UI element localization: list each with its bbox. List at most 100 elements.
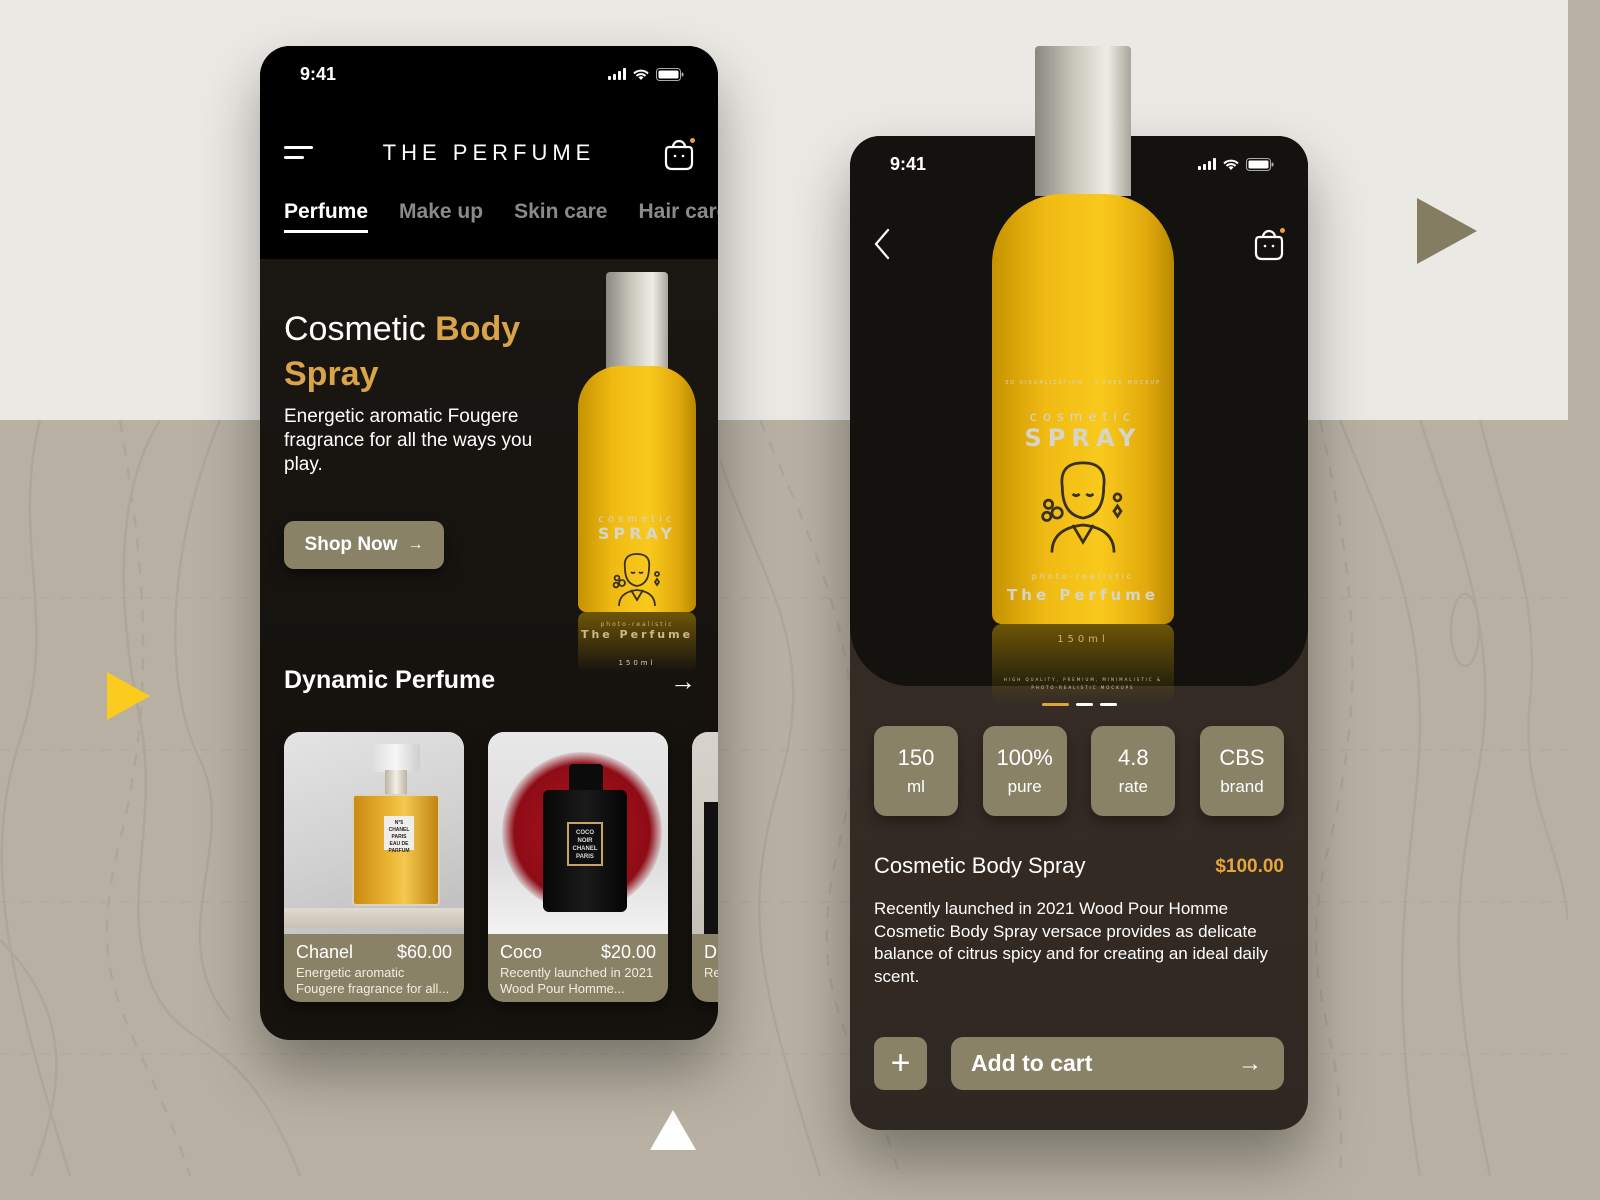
- arrow-right-icon: →: [1238, 1049, 1262, 1077]
- add-to-cart-button[interactable]: Add to cart →: [951, 1037, 1284, 1090]
- product-description: Re W: [704, 965, 718, 980]
- bottle-stopper: [372, 744, 420, 772]
- tab-make-up[interactable]: Make up: [399, 200, 483, 233]
- hero-title: Cosmetic Body Spray: [284, 307, 584, 397]
- hero-description: Energetic aromatic Fougere fragrance for…: [284, 406, 533, 475]
- product-description: Recently launched in 2021 Wood Pour Homm…: [874, 899, 1269, 986]
- battery-icon: [1246, 157, 1274, 171]
- status-bar: 9:41: [260, 46, 718, 102]
- bottle-label-text: photo-realistic: [1031, 572, 1135, 581]
- product-name: Chanel: [296, 942, 354, 962]
- perfume-bottle: [704, 802, 718, 934]
- hero-product-image: cosmetic SPRAY photo-realistic The Perfu…: [578, 272, 696, 672]
- product-card[interactable]: N°5 CHANEL PARIS EAU DE PARFUM Chanel $6…: [284, 732, 464, 1002]
- bottle-label: N°5 CHANEL PARIS EAU DE PARFUM: [384, 816, 414, 854]
- bottle-label-text: The Perfume: [1007, 586, 1159, 604]
- cart-notification-dot: [1280, 228, 1285, 233]
- spec-volume: 150 ml: [874, 726, 958, 816]
- status-time: 9:41: [300, 63, 337, 84]
- product-name: Coco: [500, 942, 543, 962]
- spec-rating: 4.8 rate: [1091, 726, 1176, 816]
- tray: [284, 908, 464, 928]
- face-illustration-icon: [1041, 461, 1123, 553]
- bottle-body: cosmetic SPRAY photo-realistic The Perfu…: [578, 366, 696, 667]
- detail-product-image: 3D VISUALIZATION · 3 FREE MOCKUP cosmeti…: [992, 46, 1174, 704]
- product-name: D: [704, 942, 717, 962]
- shop-now-label: Shop Now: [304, 534, 398, 555]
- label-text: NOIR: [577, 838, 593, 844]
- home-header: 9:41 THE PERFUME Perfume Make up Skin ca…: [260, 46, 718, 259]
- chevron-left-icon[interactable]: [872, 226, 896, 262]
- signal-icon: [608, 68, 626, 80]
- shop-now-button[interactable]: Shop Now →: [284, 521, 444, 569]
- product-info: Chanel $60.00 Energetic aromatic Fougere…: [284, 934, 464, 1002]
- product-image-coco: COCO NOIR CHANEL PARIS: [488, 732, 668, 934]
- app-title: THE PERFUME: [382, 140, 596, 165]
- product-price: $100.00: [1215, 856, 1284, 877]
- bottle-label-text: 3D VISUALIZATION · 3 FREE MOCKUP: [1004, 380, 1162, 386]
- shopping-bag-icon[interactable]: [662, 136, 696, 172]
- bottle-label-text: SPRAY: [1024, 424, 1142, 452]
- decorative-triangle-yellow: [107, 672, 150, 720]
- cart-notification-dot: [690, 138, 695, 143]
- add-to-cart-label: Add to cart: [971, 1050, 1093, 1076]
- status-icons: [1198, 157, 1274, 171]
- battery-icon: [656, 67, 684, 81]
- add-quantity-button[interactable]: +: [874, 1037, 927, 1090]
- bottle-cap: [606, 272, 668, 368]
- spec-brand: CBS brand: [1199, 726, 1284, 816]
- arrow-right-icon: →: [407, 536, 424, 553]
- product-card[interactable]: D Re W: [692, 732, 718, 1002]
- bottle-label-text: cosmetic: [1029, 410, 1137, 425]
- hero-banner: Cosmetic Body Spray Energetic aromatic F…: [260, 259, 718, 679]
- bottle-neck: [569, 764, 603, 792]
- wifi-icon: [1222, 158, 1240, 171]
- spec-label: pure: [1007, 777, 1042, 796]
- tab-perfume[interactable]: Perfume: [284, 200, 369, 233]
- label-text: EAU DE PARFUM: [388, 841, 410, 854]
- spec-value: CBS: [1219, 745, 1265, 770]
- spec-value: 4.8: [1118, 745, 1149, 770]
- product-price: $20.00: [600, 942, 656, 962]
- home-screen-phone: 9:41 THE PERFUME Perfume Make up Skin ca…: [260, 46, 718, 1040]
- topographic-lines: [0, 420, 1568, 1176]
- tab-hair-care[interactable]: Hair care: [638, 200, 718, 233]
- arrow-right-icon[interactable]: →: [670, 666, 696, 697]
- face-illustration-icon: [612, 553, 661, 607]
- bottle-neck: [385, 770, 407, 794]
- perfume-bottle: N°5 CHANEL PARIS EAU DE PARFUM: [352, 794, 440, 906]
- product-info: D Re W: [692, 934, 718, 1002]
- label-text: PARIS: [391, 834, 407, 840]
- spec-purity: 100% pure: [982, 726, 1067, 816]
- spec-label: brand: [1220, 777, 1264, 796]
- product-description: Energetic aromatic Fougere fragrance for…: [296, 965, 450, 996]
- spec-label: ml: [907, 777, 925, 796]
- tab-skin-care[interactable]: Skin care: [514, 200, 607, 233]
- bottle-body: 3D VISUALIZATION · 3 FREE MOCKUP cosmeti…: [992, 194, 1174, 690]
- background-topographic: [0, 420, 1568, 1176]
- product-card[interactable]: COCO NOIR CHANEL PARIS Coco $20.00 Recen…: [488, 732, 668, 1002]
- spec-value: 150: [897, 745, 935, 770]
- label-text: PARIS: [576, 854, 594, 860]
- label-text: CHANEL: [388, 827, 410, 833]
- perfume-bottle: COCO NOIR CHANEL PARIS: [543, 790, 627, 912]
- decorative-triangle-white: [650, 1110, 696, 1150]
- signal-icon: [1198, 158, 1216, 170]
- plus-icon: +: [890, 1044, 911, 1082]
- hero-title-light: Cosmetic: [284, 310, 436, 348]
- shopping-bag-icon[interactable]: [1252, 226, 1286, 262]
- wifi-icon: [632, 68, 650, 81]
- bottle-label: COCO NOIR CHANEL PARIS: [567, 822, 603, 866]
- product-image: [692, 732, 718, 934]
- product-image-chanel: N°5 CHANEL PARIS EAU DE PARFUM: [284, 732, 464, 934]
- label-text: N°5: [394, 820, 404, 826]
- background-top: [0, 0, 1568, 420]
- product-specs: 150 ml 100% pure 4.8 rate CBS brand: [874, 726, 1284, 816]
- status-time: 9:41: [890, 153, 927, 174]
- product-description: Recently launched in 2021 Wood Pour Homm…: [500, 965, 654, 996]
- label-text: CHANEL: [572, 846, 598, 852]
- spec-label: rate: [1118, 777, 1148, 796]
- product-info: Coco $20.00 Recently launched in 2021 Wo…: [488, 934, 668, 1002]
- decorative-triangle-olive: [1417, 198, 1477, 264]
- bottle-reflection: [578, 612, 696, 672]
